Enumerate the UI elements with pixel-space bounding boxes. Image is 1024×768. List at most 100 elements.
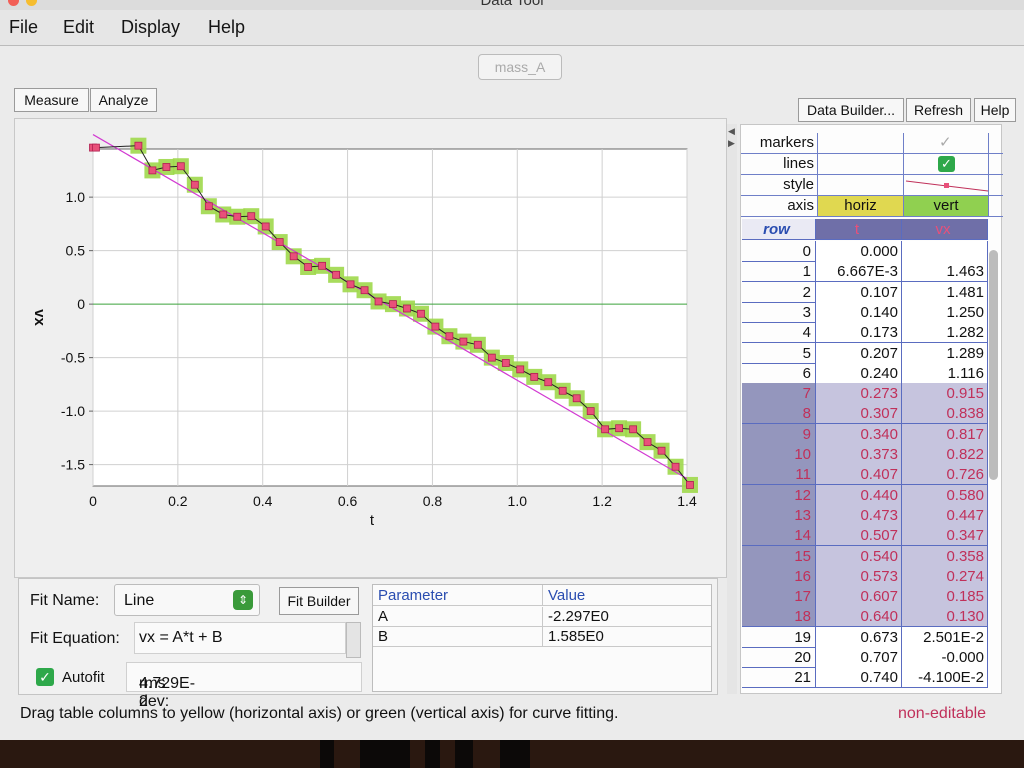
table-row[interactable]: 21 0.740 -4.100E-2 bbox=[742, 667, 990, 689]
data-point[interactable] bbox=[275, 238, 284, 246]
data-point[interactable] bbox=[289, 252, 298, 261]
vx-cell[interactable]: 1.289 bbox=[902, 342, 988, 364]
vx-cell[interactable]: 0.274 bbox=[902, 565, 988, 587]
vx-cell[interactable]: 0.838 bbox=[902, 403, 988, 425]
row-number-cell[interactable]: 19 bbox=[742, 626, 816, 648]
t-cell[interactable]: 0.273 bbox=[816, 383, 902, 405]
data-point[interactable] bbox=[219, 210, 228, 219]
data-point[interactable] bbox=[374, 297, 383, 306]
vx-cell[interactable]: 0.130 bbox=[902, 606, 988, 628]
t-cell[interactable]: 0.640 bbox=[816, 606, 902, 628]
data-point[interactable] bbox=[148, 166, 157, 175]
vx-cell[interactable]: 1.116 bbox=[902, 362, 988, 384]
data-point[interactable] bbox=[643, 438, 652, 447]
parameter-table[interactable]: Parameter Value A -2.297E0 B 1.585E0 bbox=[372, 584, 712, 692]
horiz-axis-cell[interactable]: horiz bbox=[817, 196, 903, 216]
data-point[interactable] bbox=[204, 202, 213, 211]
vx-cell[interactable]: -4.100E-2 bbox=[902, 667, 988, 689]
data-point[interactable] bbox=[134, 141, 143, 150]
table-row[interactable]: 6 0.240 1.116 bbox=[742, 362, 990, 384]
table-row[interactable]: 14 0.507 0.347 bbox=[742, 525, 990, 547]
data-point[interactable] bbox=[431, 322, 440, 331]
row-number-cell[interactable]: 13 bbox=[742, 504, 816, 526]
lines-checkbox[interactable]: ✓ bbox=[903, 154, 989, 174]
vx-cell[interactable]: 1.481 bbox=[902, 281, 988, 303]
t-cell[interactable]: 0.473 bbox=[816, 504, 902, 526]
row-number-cell[interactable]: 2 bbox=[742, 281, 816, 303]
data-point[interactable] bbox=[261, 222, 270, 231]
equation-scrollbar[interactable] bbox=[346, 622, 361, 658]
data-point[interactable] bbox=[233, 212, 242, 221]
row-number-cell[interactable]: 15 bbox=[742, 545, 816, 567]
t-cell[interactable]: 0.540 bbox=[816, 545, 902, 567]
row-number-cell[interactable]: 1 bbox=[742, 261, 816, 283]
row-number-cell[interactable]: 0 bbox=[742, 241, 816, 262]
row-number-cell[interactable]: 4 bbox=[742, 322, 816, 344]
vx-cell[interactable]: 0.347 bbox=[902, 525, 988, 547]
t-cell[interactable]: 0.240 bbox=[816, 362, 902, 384]
table-row[interactable]: 18 0.640 0.130 bbox=[742, 606, 990, 628]
t-cell[interactable]: 0.173 bbox=[816, 322, 902, 344]
vx-cell[interactable]: 0.915 bbox=[902, 383, 988, 405]
table-row[interactable]: 5 0.207 1.289 bbox=[742, 342, 990, 364]
panel-splitter[interactable]: ◀ ▶ bbox=[727, 124, 737, 694]
tab-analyze[interactable]: Analyze bbox=[90, 88, 157, 112]
vert-axis-cell[interactable]: vert bbox=[903, 196, 989, 216]
data-builder-button[interactable]: Data Builder... bbox=[798, 98, 904, 122]
menu-file[interactable]: File bbox=[9, 17, 38, 38]
parameter-header[interactable]: Parameter bbox=[373, 585, 543, 606]
data-point[interactable] bbox=[671, 462, 680, 471]
t-cell[interactable]: 0.673 bbox=[816, 626, 902, 648]
table-row[interactable]: 20 0.707 -0.000 bbox=[742, 647, 990, 668]
data-point[interactable] bbox=[544, 378, 553, 387]
data-point[interactable] bbox=[389, 300, 397, 309]
vx-cell[interactable]: 0.580 bbox=[902, 484, 988, 506]
fit-name-select[interactable]: Line ⇕ bbox=[114, 584, 260, 616]
table-row[interactable]: 3 0.140 1.250 bbox=[742, 301, 990, 323]
data-point[interactable] bbox=[601, 425, 610, 434]
help-button[interactable]: Help bbox=[974, 98, 1016, 122]
t-cell[interactable]: 0.107 bbox=[816, 281, 902, 303]
table-row[interactable]: 0 0.000 bbox=[742, 241, 990, 262]
table-row[interactable]: 7 0.273 0.915 bbox=[742, 383, 990, 405]
data-point[interactable] bbox=[615, 424, 624, 433]
t-cell[interactable]: 0.373 bbox=[816, 444, 902, 465]
table-row[interactable]: 11 0.407 0.726 bbox=[742, 464, 990, 486]
row-number-cell[interactable]: 18 bbox=[742, 606, 816, 628]
t-cell[interactable]: 0.573 bbox=[816, 565, 902, 587]
data-point[interactable] bbox=[417, 309, 425, 318]
t-column-header[interactable]: t bbox=[816, 219, 902, 240]
data-point[interactable] bbox=[304, 263, 313, 271]
row-number-cell[interactable]: 14 bbox=[742, 525, 816, 547]
data-point[interactable] bbox=[190, 180, 199, 189]
table-scrollbar[interactable] bbox=[988, 230, 1000, 690]
table-row[interactable]: 12 0.440 0.580 bbox=[742, 484, 990, 506]
param-value-cell[interactable]: 1.585E0 bbox=[543, 627, 711, 647]
vx-cell[interactable]: 0.358 bbox=[902, 545, 988, 567]
data-point[interactable] bbox=[318, 261, 327, 270]
data-point[interactable] bbox=[586, 407, 595, 416]
row-number-cell[interactable]: 5 bbox=[742, 342, 816, 364]
t-cell[interactable]: 0.440 bbox=[816, 484, 902, 506]
vx-cell[interactable]: 0.822 bbox=[902, 444, 988, 465]
vx-cell[interactable]: 1.250 bbox=[902, 301, 988, 323]
t-cell[interactable]: 0.607 bbox=[816, 586, 902, 608]
param-value-cell[interactable]: -2.297E0 bbox=[543, 607, 711, 627]
t-cell[interactable]: 0.340 bbox=[816, 423, 902, 445]
vx-column-header[interactable]: vx bbox=[902, 219, 988, 240]
data-point[interactable] bbox=[360, 286, 369, 295]
autofit-checkbox[interactable]: ✓ bbox=[36, 668, 54, 686]
menu-help[interactable]: Help bbox=[208, 17, 245, 38]
table-row[interactable]: 17 0.607 0.185 bbox=[742, 586, 990, 608]
vx-cell[interactable]: -0.000 bbox=[902, 647, 988, 668]
vx-cell[interactable]: 0.817 bbox=[902, 423, 988, 445]
vx-cell[interactable]: 0.447 bbox=[902, 504, 988, 526]
row-number-cell[interactable]: 11 bbox=[742, 464, 816, 486]
data-point[interactable] bbox=[629, 425, 638, 434]
row-number-cell[interactable]: 20 bbox=[742, 647, 816, 668]
fit-equation-field[interactable]: vx = A*t + B bbox=[134, 622, 346, 654]
vx-cell[interactable]: 0.185 bbox=[902, 586, 988, 608]
dataset-tab[interactable]: mass_A bbox=[478, 54, 562, 80]
row-number-cell[interactable]: 7 bbox=[742, 383, 816, 405]
t-cell[interactable]: 6.667E-3 bbox=[816, 261, 902, 283]
